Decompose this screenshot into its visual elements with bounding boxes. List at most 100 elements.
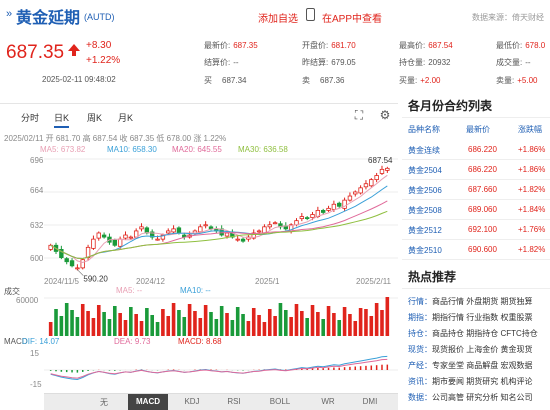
indicator-wr[interactable]: WR [308,397,348,406]
candle-body [347,195,353,201]
quote-high: 最高价: 687.54 [399,41,453,50]
contracts-header-name: 品种名称 [408,125,440,134]
fullscreen-icon[interactable]: ⛶ [352,108,366,122]
hot-row-links[interactable]: 公司高管 研究分析 知名公司 [432,393,532,402]
volume-bar [267,309,272,336]
hot-title: 热点推荐 [408,270,457,284]
macd-y-tick: 15 [30,349,39,358]
tab-daily-k[interactable]: 日K [54,111,70,128]
low-annotation: 590.20 [83,275,108,284]
volume-bar [219,306,224,336]
tab-weekly-k[interactable]: 周K [87,111,102,124]
volume-bar [310,305,315,336]
contract-name[interactable]: 黄金连续 [408,145,440,156]
hot-row-key: 行情： [408,297,432,306]
divider [402,219,550,220]
divider [402,259,550,260]
candle-body [256,230,262,233]
quote-datetime: 2025-02-11 09:48:02 [42,75,116,84]
indicator-kdj[interactable]: KDJ [172,397,212,406]
hot-row[interactable]: 数据：公司高管 研究分析 知名公司 [408,392,532,403]
quote-open: 开盘价: 681.70 [302,41,356,50]
hot-row[interactable]: 现货：现货报价 上海金价 黄金现货 [408,344,532,355]
settings-icon[interactable]: ⚙ [378,108,392,122]
volume-bar [337,320,342,336]
hot-row-links[interactable]: 现货报价 上海金价 黄金现货 [432,345,532,354]
hot-row-key: 持仓： [408,329,432,338]
candle-body [235,238,240,241]
macd-dea-label: DEA: 9.73 [114,337,151,346]
tab-intraday[interactable]: 分时 [21,111,39,124]
vol-y-tick: 60000 [16,296,39,305]
macd-dif-line [50,355,388,381]
hot-row-links[interactable]: 商品持仓 期指持仓 CFTC持仓 [432,329,538,338]
contract-name[interactable]: 黄金2510 [408,245,442,256]
volume-bar [139,321,144,336]
contract-name[interactable]: 黄金2508 [408,205,442,216]
candle-body [385,167,390,171]
contract-pct: +1.86% [518,145,546,154]
divider [402,159,550,160]
phone-icon[interactable] [306,8,315,21]
indicator-boll[interactable]: BOLL [260,397,300,406]
volume-bar [289,317,293,336]
contract-price: 692.100 [468,225,497,234]
volume-bar [380,310,384,336]
candle-body [117,238,123,247]
hot-row-key: 资讯： [408,377,432,386]
indicator-rsi[interactable]: RSI [214,397,254,406]
hot-row[interactable]: 持仓：商品持仓 期指持仓 CFTC持仓 [408,328,538,339]
indicator-macd[interactable]: MACD [128,394,168,410]
vol-ma10-label: MA10: -- [180,286,211,295]
volume-bar [358,308,363,336]
hot-row[interactable]: 期指：期指行情 行业指数 权重股票 [408,312,532,323]
volume-bar [230,320,235,336]
divider [402,117,550,118]
candle-body [155,238,160,241]
contract-name[interactable]: 黄金2512 [408,225,442,236]
volume-bar [86,311,90,336]
contract-name[interactable]: 黄金2504 [408,165,442,176]
volume-bar [118,313,122,336]
hot-row[interactable]: 资讯：期市要闻 期货研究 机构评论 [408,376,532,387]
candle-body [326,207,331,211]
hot-row[interactable]: 产经：专家坐堂 商品解盘 宏观数据 [408,360,532,371]
add-watchlist-button[interactable]: 添加自选 [258,10,298,25]
ma5-label: MA5: 673.82 [40,145,86,154]
x-tick: 2025/2/11 [356,277,391,286]
divider [402,239,550,240]
volume-bar [129,307,133,336]
hot-row-links[interactable]: 期指行情 行业指数 权重股票 [432,313,532,322]
volume-bar [225,313,229,336]
up-arrow-icon [68,44,80,56]
contract-pct: +1.84% [518,205,546,214]
hot-row-links[interactable]: 商品行情 外盘期货 期货独算 [432,297,532,306]
volume-bar [112,306,117,336]
contract-name[interactable]: 黄金2506 [408,185,442,196]
volume-bar [155,322,160,336]
ma20-label: MA20: 645.55 [172,145,222,154]
indicator-none[interactable]: 无 [84,397,124,408]
volume-bar [369,316,374,336]
candle-body [96,232,101,239]
contract-pct: +1.76% [518,225,546,234]
candle-body [139,226,144,230]
candlestick-chart[interactable]: 687.54 590.20 [44,155,398,284]
y-tick: 664 [30,186,44,195]
volume-bar [96,305,101,336]
hot-row-links[interactable]: 专家坐堂 商品解盘 宏观数据 [432,361,532,370]
volume-bar [150,315,155,336]
y-tick: 600 [30,254,44,263]
hot-row[interactable]: 行情：商品行情 外盘期货 期货独算 [408,296,532,307]
open-in-app-link[interactable]: 在APP中查看 [322,10,382,25]
contract-price: 690.600 [468,245,497,254]
contracts-title: 各月份合约列表 [408,99,493,113]
tab-monthly-k[interactable]: 月K [118,111,133,124]
candle-body [171,228,176,233]
volume-bar [273,316,277,336]
candle-body [176,227,182,234]
indicator-dmi[interactable]: DMI [350,397,390,406]
price-change: +8.30 [86,40,112,51]
candle-body [123,234,128,239]
hot-row-links[interactable]: 期市要闻 期货研究 机构评论 [432,377,532,386]
